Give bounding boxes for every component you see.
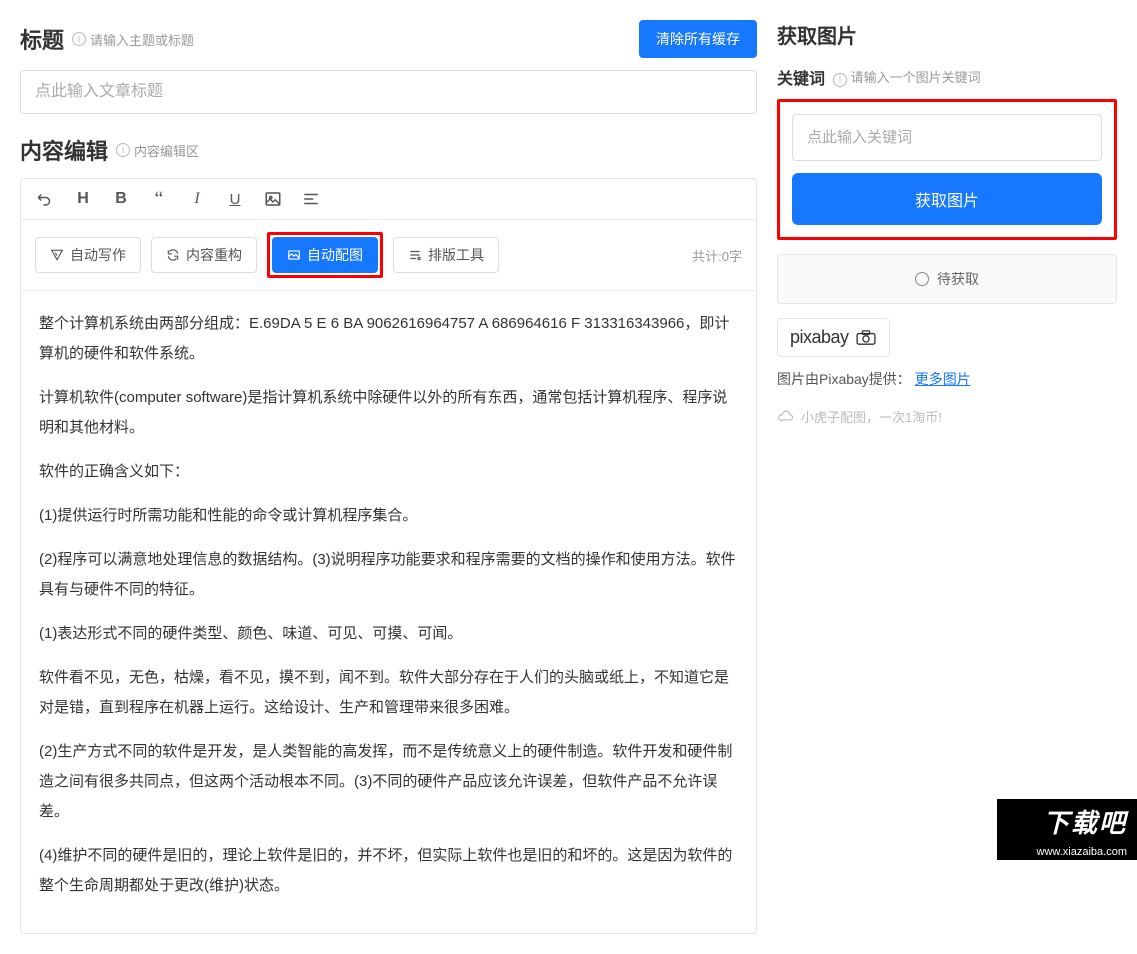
footer-hint: 小虎子配图，一次1淘币! [777,407,1117,426]
auto-image-button[interactable]: 自动配图 [272,237,378,273]
quote-icon[interactable]: “ [149,189,169,209]
word-count: 共计:0字 [692,246,742,265]
auto-image-label: 自动配图 [307,245,363,265]
image-icon[interactable] [263,189,283,209]
layout-tool-label: 排版工具 [428,245,484,265]
pixabay-badge: pixabay [777,318,890,357]
title-label-group: 标题 i 请输入主题或标题 [20,23,194,55]
align-icon[interactable] [301,189,321,209]
keyword-highlight-box: 获取图片 [777,99,1117,240]
content-label: 内容编辑 [20,134,108,166]
info-icon: i [72,32,86,46]
editor-box: H B “ I U 自动写作 内容重构 [20,178,757,934]
image-credit: 图片由Pixabay提供： 更多图片 [777,369,1117,389]
keyword-label: 关键词 [777,65,825,89]
editor-paragraph: (2)生产方式不同的软件是开发，是人类智能的高发挥，而不是传统意义上的硬件制造。… [39,737,738,827]
keyword-hint: 请输入一个图片关键词 [851,70,981,85]
get-image-button[interactable]: 获取图片 [792,173,1102,225]
format-toolbar: H B “ I U [21,179,756,220]
more-images-link[interactable]: 更多图片 [915,371,971,387]
content-hint: 内容编辑区 [134,141,199,160]
info-icon: i [116,143,130,157]
title-section-header: 标题 i 请输入主题或标题 清除所有缓存 [20,20,757,58]
title-label: 标题 [20,23,64,55]
info-icon: i [833,73,847,87]
clear-cache-button[interactable]: 清除所有缓存 [639,20,757,58]
undo-icon[interactable] [35,189,55,209]
restructure-label: 内容重构 [186,245,242,265]
auto-write-label: 自动写作 [70,245,126,265]
auto-image-highlight: 自动配图 [267,232,383,278]
content-hint-group: i 内容编辑区 [116,141,199,160]
footer-hint-text: 小虎子配图，一次1淘币! [801,407,942,426]
cloud-icon [777,410,795,424]
content-label-group: 内容编辑 i 内容编辑区 [20,134,757,166]
pixabay-logo: pixabay [790,327,849,348]
editor-paragraph: 计算机软件(computer software)是指计算机系统中除硬件以外的所有… [39,383,738,443]
editor-paragraph: (1)表达形式不同的硬件类型、颜色、味道、可见、可摸、可闻。 [39,619,738,649]
editor-paragraph: (1)提供运行时所需功能和性能的命令或计算机程序集合。 [39,501,738,531]
sidebar: 获取图片 关键词 i 请输入一个图片关键词 获取图片 待获取 pixabay 图… [777,20,1117,934]
watermark: 下载吧 www.xiazaiba.com [997,799,1137,860]
credit-prefix: 图片由Pixabay提供： [777,371,911,387]
keyword-input[interactable] [792,114,1102,161]
title-hint-group: i 请输入主题或标题 [72,30,194,49]
editor-content[interactable]: 整个计算机系统由两部分组成：E.69DA 5 E 6 BA 9062616964… [21,291,756,933]
editor-paragraph: 软件看不见，无色，枯燥，看不见，摸不到，闻不到。软件大部分存在于人们的头脑或纸上… [39,663,738,723]
layout-tool-button[interactable]: 排版工具 [393,237,499,273]
restructure-button[interactable]: 内容重构 [151,237,257,273]
keyword-label-group: 关键词 i 请输入一个图片关键词 [777,65,1117,89]
main-column: 标题 i 请输入主题或标题 清除所有缓存 内容编辑 i 内容编辑区 H [20,20,757,934]
pending-label: 待获取 [937,269,979,289]
watermark-title: 下载吧 [997,799,1137,844]
camera-icon [855,330,877,346]
get-image-title: 获取图片 [777,20,1117,49]
pending-status: 待获取 [777,254,1117,304]
title-hint: 请输入主题或标题 [90,30,194,49]
editor-paragraph: (2)程序可以满意地处理信息的数据结构。(3)说明程序功能要求和程序需要的文档的… [39,545,738,605]
keyword-hint-group: i 请输入一个图片关键词 [833,67,981,87]
heading-icon[interactable]: H [73,189,93,209]
editor-paragraph: 整个计算机系统由两部分组成：E.69DA 5 E 6 BA 9062616964… [39,309,738,369]
auto-write-button[interactable]: 自动写作 [35,237,141,273]
watermark-url: www.xiazaiba.com [997,844,1137,860]
editor-paragraph: (4)维护不同的硬件是旧的，理论上软件是旧的，并不坏，但实际上软件也是旧的和坏的… [39,841,738,901]
italic-icon[interactable]: I [187,189,207,209]
underline-icon[interactable]: U [225,189,245,209]
circle-icon [915,272,929,286]
article-title-input[interactable] [20,70,757,114]
bold-icon[interactable]: B [111,189,131,209]
action-toolbar: 自动写作 内容重构 自动配图 排版工具 共计:0字 [21,220,756,291]
editor-paragraph: 软件的正确含义如下： [39,457,738,487]
